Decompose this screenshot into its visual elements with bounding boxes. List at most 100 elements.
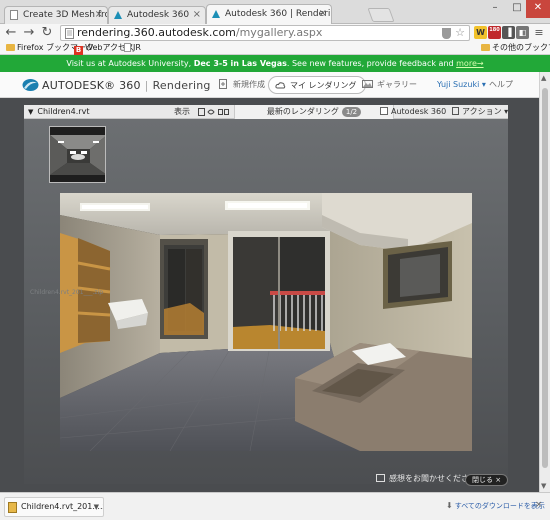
page-info-icon: [65, 28, 74, 39]
latest-rendering-dropdown[interactable]: 最新のレンダリング1/2 ▼: [234, 105, 394, 119]
rendering-image[interactable]: [60, 193, 472, 451]
rendered-room-image: [60, 193, 472, 451]
file-name: Children4.rvt: [37, 107, 90, 116]
action-label: アクション: [462, 107, 502, 116]
bookmark-jr[interactable]: JR: [124, 42, 141, 54]
feedback-label: 感想をお聞かせください: [389, 474, 477, 483]
a360-label: Autodesk 360: [391, 107, 447, 116]
zip-file-icon: [8, 502, 17, 513]
banner-more-link[interactable]: more→: [456, 59, 483, 68]
countdown-extension-icon[interactable]: 180: [488, 26, 501, 39]
browser-tab-bar: Create 3D Mesh from Il × Autodesk 360 × …: [0, 0, 550, 24]
close-tab-icon[interactable]: ×: [193, 7, 201, 23]
bookmarks-bar: Firefox ブックマーク BWebアクセス JR その他のブックマーク: [0, 42, 550, 55]
tab-create-3d-mesh[interactable]: Create 3D Mesh from Il ×: [4, 6, 108, 24]
scroll-up-icon[interactable]: ▲: [541, 74, 546, 82]
bookmark-b-icon: B: [74, 46, 83, 55]
forward-icon[interactable]: →: [22, 24, 36, 42]
banner-text-2: . See new features, provide feedback and: [286, 59, 457, 68]
download-bar: Children4.rvt_201....zip ▼ ⬇すべてのダウンロードを表…: [0, 492, 550, 520]
gallery-icon: [362, 80, 373, 88]
app-header: AUTODESK® 360 | Rendering 新規作成 マイ レンダリング ギ…: [0, 72, 550, 98]
close-button[interactable]: 閉じる ×: [465, 474, 509, 486]
bookmark-star-icon[interactable]: ☆: [455, 26, 465, 40]
nav-label: ギャラリー: [377, 80, 417, 89]
brand-text: AUTODESK® 360: [42, 79, 141, 92]
nav-gallery[interactable]: ギャラリー: [362, 76, 417, 94]
page-icon: [124, 43, 131, 52]
minimize-icon[interactable]: –: [484, 0, 506, 18]
shield-icon[interactable]: [442, 28, 451, 39]
other-bookmarks[interactable]: その他のブックマーク: [481, 42, 550, 54]
new-tab-button[interactable]: [367, 8, 395, 22]
brand-name[interactable]: AUTODESK® 360 | Rendering: [42, 79, 211, 92]
user-menu[interactable]: Yuji Suzuki ▾: [437, 76, 486, 94]
rendering-thumbnail[interactable]: [49, 126, 106, 183]
cloud-icon: [275, 82, 286, 89]
edit-icon: [376, 474, 385, 482]
browser-toolbar: ← → ↻ rendering.360.autodesk.com/mygalle…: [0, 24, 550, 42]
autodesk-icon: [212, 10, 220, 18]
extension-2-icon[interactable]: ◧: [516, 26, 529, 39]
url-path: /mygallery.aspx: [235, 26, 323, 39]
show-all-downloads[interactable]: ⬇ すべてのダウンロードを表示: [446, 501, 545, 511]
close-tab-icon[interactable]: ×: [95, 7, 103, 23]
close-tab-icon[interactable]: ×: [319, 5, 327, 23]
address-bar[interactable]: rendering.360.autodesk.com/mygallery.asp…: [60, 25, 470, 41]
rendering-viewer: Children4.rvt_201___.zip: [24, 119, 508, 484]
nav-label: マイ レンダリング: [290, 81, 357, 90]
download-icon: ⬇: [446, 501, 453, 510]
close-download-bar-icon[interactable]: ×: [535, 500, 543, 510]
folder-icon: [481, 44, 490, 51]
chevron-down-icon[interactable]: ▼: [94, 498, 99, 516]
view-label: 表示: [174, 107, 190, 116]
nav-my-rendering[interactable]: マイ レンダリング: [268, 76, 366, 94]
action-icon: [452, 107, 459, 115]
menu-icon[interactable]: ≡: [532, 24, 546, 42]
file-selector[interactable]: ▼ Children4.rvt: [28, 105, 89, 119]
action-menu[interactable]: アクション ▾: [452, 105, 508, 119]
scrollbar-thumb[interactable]: [542, 88, 548, 468]
thumbnail-image: [50, 127, 105, 182]
tab-autodesk-360[interactable]: Autodesk 360 ×: [108, 6, 206, 24]
tab-autodesk-rendering[interactable]: Autodesk 360 | Renderi ×: [206, 4, 332, 24]
tab-title: Autodesk 360 | Renderi: [225, 9, 331, 19]
bookmark-label: その他のブックマーク: [492, 43, 550, 52]
page-scrollbar[interactable]: ▲ ▼: [539, 72, 550, 492]
latest-label: 最新のレンダリング: [266, 107, 339, 116]
view-mode-icons[interactable]: [198, 108, 230, 116]
bookmark-label: JR: [133, 43, 141, 52]
banner-highlight: Dec 3-5 in Las Vegas: [193, 59, 287, 68]
show-all-label: すべてのダウンロードを表示: [454, 502, 545, 510]
folder-icon: [6, 44, 15, 51]
checkbox-icon[interactable]: [380, 107, 388, 115]
download-item[interactable]: Children4.rvt_201....zip ▼: [4, 497, 104, 517]
page-icon: [10, 10, 18, 20]
announcement-banner: Visit us at Autodesk University, Dec 3-5…: [0, 55, 550, 72]
url-text: rendering.360.autodesk.com/mygallery.asp…: [77, 26, 322, 40]
feedback-link[interactable]: 感想をお聞かせください: [376, 473, 477, 485]
triangle-down-icon: ▼: [28, 108, 34, 116]
product-name: Rendering: [152, 79, 211, 92]
window-close-icon[interactable]: ✕: [526, 0, 550, 18]
download-file-name: Children4.rvt_201....zip: [21, 502, 103, 511]
tab-title: Autodesk 360: [127, 10, 190, 20]
rendering-toolbar: ▼Children4.rvt 表示 最新のレンダリング1/2 ▼ Autodes…: [24, 105, 508, 119]
scroll-down-icon[interactable]: ▼: [541, 482, 546, 490]
side-caption: Children4.rvt_201___.zip: [30, 289, 104, 296]
page-badge: 1/2: [341, 107, 362, 117]
autodesk-logo-icon[interactable]: [22, 78, 39, 92]
autodesk-360-toggle[interactable]: Autodesk 360: [380, 105, 446, 119]
nav-label: 新規作成: [233, 80, 265, 89]
autodesk-icon: [114, 11, 122, 19]
nav-new-rendering[interactable]: 新規作成: [218, 76, 265, 94]
maximize-icon[interactable]: □: [506, 0, 528, 18]
reload-icon[interactable]: ↻: [40, 24, 54, 42]
new-document-icon: [219, 79, 227, 89]
help-link[interactable]: ヘルプ: [489, 76, 513, 94]
back-icon[interactable]: ←: [4, 24, 18, 42]
extension-icon[interactable]: ▐: [502, 26, 515, 39]
url-host: rendering.360.autodesk.com: [77, 26, 236, 39]
gmail-extension-icon[interactable]: W: [474, 26, 487, 39]
banner-text: Visit us at Autodesk University,: [66, 59, 194, 68]
